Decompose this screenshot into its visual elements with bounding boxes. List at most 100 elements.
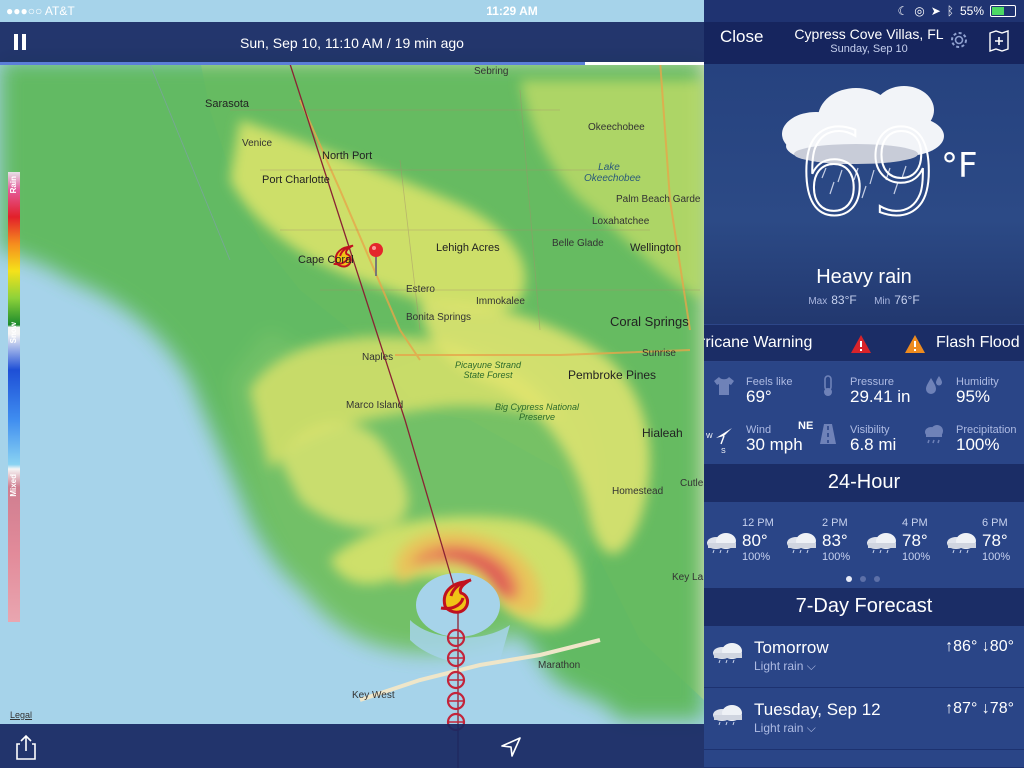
detail-feels-like: Feels like 69° <box>708 364 814 412</box>
place-label-sarasota: Sarasota <box>205 98 250 110</box>
detail-value: 30 mph <box>746 435 803 454</box>
place-label-okeechobee: Okeechobee <box>588 122 645 133</box>
legal-link[interactable]: Legal <box>10 710 32 720</box>
thermometer-icon <box>824 375 832 396</box>
location-title: Cypress Cove Villas, FL <box>794 26 944 42</box>
place-label-belle-glade: Belle Glade <box>552 238 604 249</box>
current-condition: Heavy rain <box>816 266 912 288</box>
place-label-homestead: Homestead <box>612 486 664 497</box>
page-dot[interactable] <box>874 576 880 582</box>
hourly-item[interactable]: 2 PM 83° 100% <box>784 514 864 574</box>
page-dot[interactable] <box>860 576 866 582</box>
timeline-current <box>585 62 704 65</box>
detail-value: 6.8 mi <box>850 435 897 454</box>
place-label-cape-coral: Cape Coral <box>298 254 354 266</box>
locate-me-icon[interactable] <box>500 736 522 758</box>
location-arrow-icon: ➤ <box>930 4 941 18</box>
place-label-palm-beach-gardens: Palm Beach Garde <box>616 194 701 205</box>
legend-rain-label: Rain <box>9 176 18 194</box>
battery-percent: 55% <box>959 4 984 18</box>
radar-timeline-slider[interactable] <box>0 62 704 65</box>
temperature-unit: °F <box>941 146 978 186</box>
status-icons: ☾ ◎ ➤ ᛒ 55% <box>897 4 1016 18</box>
hourly-item[interactable]: 6 PM 78° 100% <box>944 514 1024 574</box>
detail-humidity: Humidity 95% <box>918 364 1024 412</box>
place-label-immokalee: Immokalee <box>476 296 525 307</box>
radar-map-layer[interactable] <box>0 0 704 768</box>
panel-header: Close Cypress Cove Villas, FL Sunday, Se… <box>704 22 1024 64</box>
gear-icon[interactable] <box>947 28 971 52</box>
max-value: 83°F <box>831 293 857 307</box>
place-label-key-west: Key West <box>352 690 395 701</box>
rain-cloud-icon <box>707 533 736 554</box>
radar-map[interactable]: Sarasota Sebring Venice North Port Port … <box>0 0 704 768</box>
road-icon <box>820 424 836 444</box>
forecast-day-row[interactable]: Tomorrow Light rain ⌵ ↑86° ↓80° <box>704 626 1024 688</box>
place-label-coral-springs: Coral Springs <box>610 314 689 329</box>
place-label-marco-island: Marco Island <box>346 400 404 411</box>
tshirt-icon <box>714 377 734 395</box>
battery-fill <box>992 7 1004 15</box>
precipitation-cloud-icon <box>925 425 943 444</box>
wind-compass-icon <box>716 428 732 445</box>
share-icon[interactable] <box>14 734 38 760</box>
close-button[interactable]: Close <box>720 27 763 47</box>
status-time: 11:29 AM <box>486 4 538 18</box>
moon-icon: ☾ <box>897 4 909 18</box>
rain-cloud-icon <box>867 533 896 554</box>
hour-temp: 78° <box>902 531 928 550</box>
hourly-item[interactable]: 12 PM 80° 100% <box>704 514 784 574</box>
hour-temp: 80° <box>742 531 768 550</box>
hourly-item[interactable]: 4 PM 78° 100% <box>864 514 944 574</box>
day-name: Tuesday, Sep 12 <box>754 700 881 719</box>
weather-panel: Close Cypress Cove Villas, FL Sunday, Se… <box>704 0 1024 768</box>
hourly-page-indicator[interactable] <box>846 576 880 582</box>
rain-cloud-icon <box>713 643 742 664</box>
detail-pressure: Pressure 29.41 in <box>812 364 918 412</box>
day-high-low: ↑86° ↓80° <box>945 638 1014 655</box>
detail-value: 95% <box>956 387 991 406</box>
alert-flash-flood[interactable]: Flash Flood <box>936 334 1020 352</box>
rain-cloud-icon <box>947 533 976 554</box>
alert-flash-flood-label: Flash Flood <box>936 334 1020 351</box>
status-bar: ●●●○○ AT&T 11:29 AM ☾ ◎ ➤ ᛒ 55% <box>0 0 1024 22</box>
add-location-icon[interactable] <box>988 29 1010 53</box>
precipitation-legend <box>8 172 20 622</box>
forecast-day-row[interactable]: Tuesday, Sep 12 Light rain ⌵ ↑87° ↓78° <box>704 688 1024 750</box>
day-summary[interactable]: Light rain ⌵ <box>754 721 816 736</box>
alert-hurricane-label: rricane Warning <box>704 334 813 351</box>
rotation-lock-icon: ◎ <box>914 4 925 18</box>
detail-precipitation: Precipitation 100% <box>918 412 1024 460</box>
min-value: 76°F <box>894 293 920 307</box>
place-label-north-port: North Port <box>322 150 373 162</box>
alert-hurricane-warning[interactable]: rricane Warning <box>704 334 812 352</box>
max-label: Max <box>808 296 828 307</box>
place-label-cutler: Cutle <box>680 478 704 489</box>
location-date: Sunday, Sep 10 <box>830 43 908 55</box>
hour-temp: 83° <box>822 531 848 550</box>
detail-visibility: Visibility 6.8 mi <box>812 412 918 460</box>
rain-cloud-icon <box>713 705 742 726</box>
forecast-day-row-partial[interactable] <box>704 750 1024 768</box>
conditions-details: Feels like 69° Pressure 29.41 in Humidit… <box>704 362 1024 464</box>
place-label-estero: Estero <box>406 284 435 295</box>
compass-south: S <box>721 448 726 455</box>
current-temperature: 69 <box>794 104 940 242</box>
weather-alerts[interactable]: rricane Warning Flash Flood <box>704 324 1024 362</box>
hour-temp: 78° <box>982 531 1008 550</box>
detail-value: 100% <box>956 435 1000 454</box>
place-label-port-charlotte: Port Charlotte <box>262 174 330 186</box>
place-label-pembroke-pines: Pembroke Pines <box>568 368 657 382</box>
map-top-bar: Sun, Sep 10, 11:10 AM / 19 min ago <box>0 22 704 64</box>
place-label-sunrise: Sunrise <box>642 348 676 359</box>
day-name: Tomorrow <box>754 638 829 657</box>
day-summary[interactable]: Light rain ⌵ <box>754 659 816 674</box>
place-label-naples: Naples <box>362 352 394 363</box>
page-dot[interactable] <box>846 576 852 582</box>
hour-time: 6 PM <box>982 517 1008 529</box>
wind-direction: NE <box>798 420 814 432</box>
current-conditions: 69 °F Heavy rain Max 83°F Min 76°F <box>704 64 1024 324</box>
compass-west: W <box>706 433 713 440</box>
battery-icon <box>990 5 1016 17</box>
min-max-temperature: Max 83°F Min 76°F <box>704 293 1024 307</box>
